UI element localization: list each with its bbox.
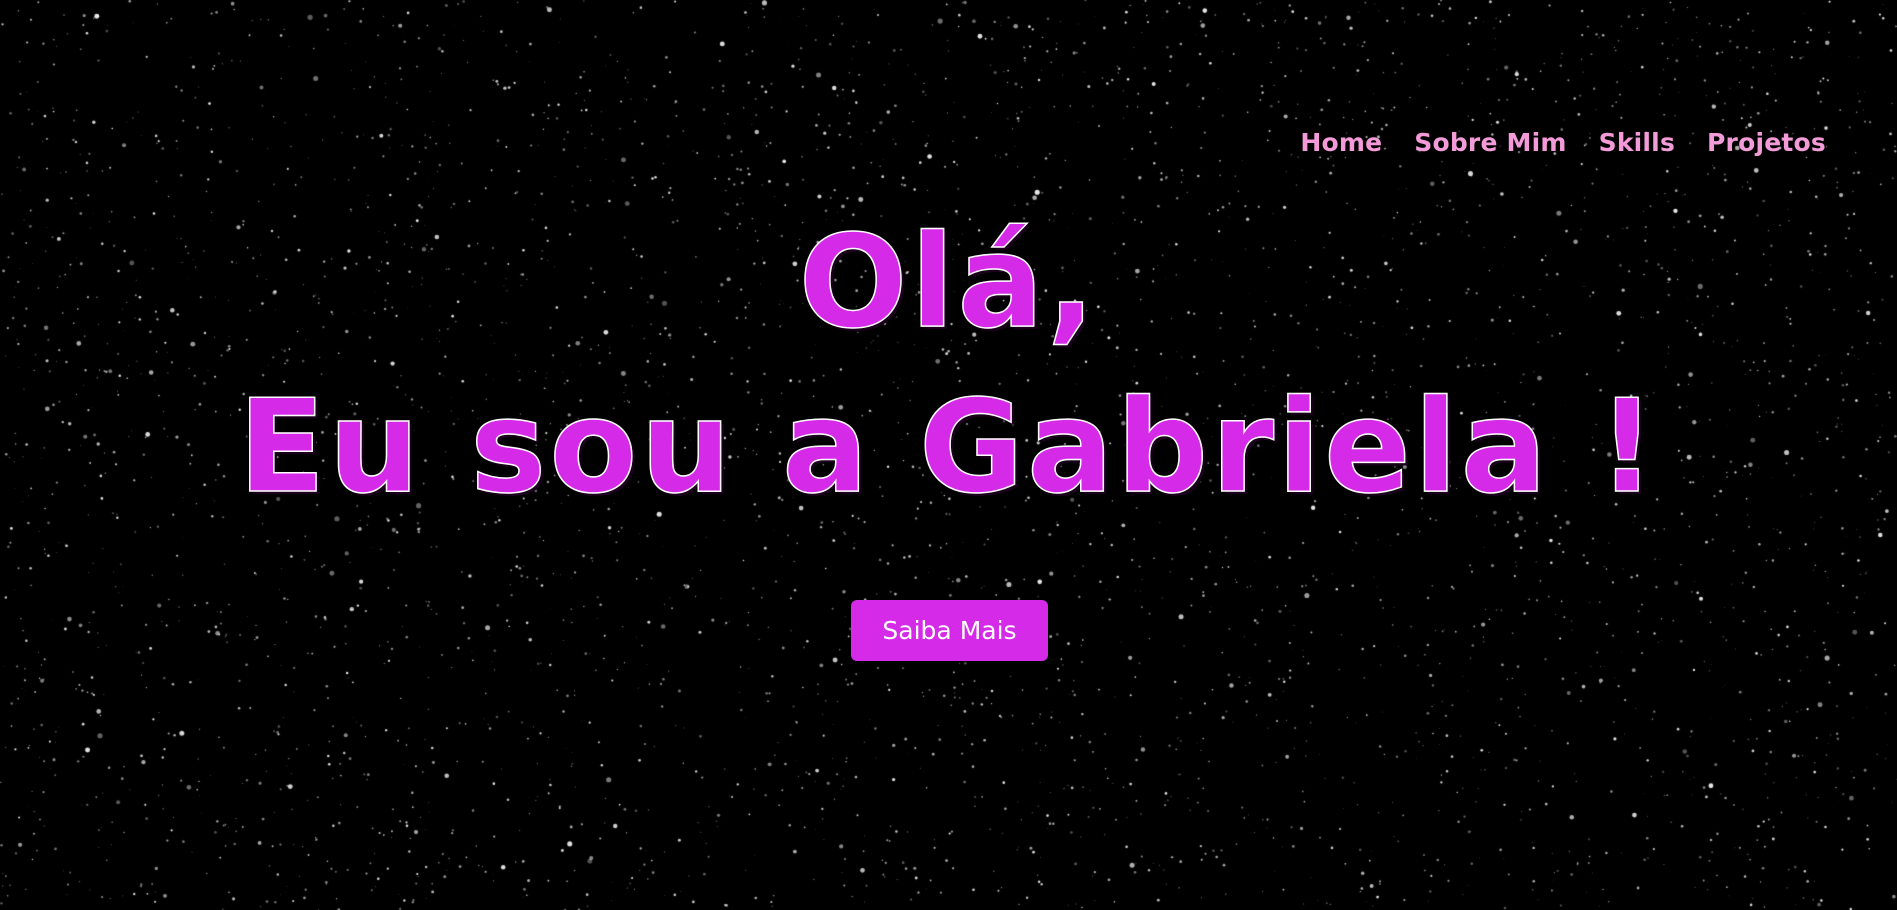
hero-section: Olá, Eu sou a Gabriela !: [0, 200, 1897, 530]
nav-link-home[interactable]: Home: [1300, 128, 1382, 157]
hero-intro: Eu sou a Gabriela !: [237, 372, 1659, 523]
nav-link-projetos[interactable]: Projetos: [1707, 128, 1826, 157]
page: Home Sobre Mim Skills Projetos Olá, Eu s…: [0, 0, 1897, 910]
nav-link-skills[interactable]: Skills: [1599, 128, 1675, 157]
saiba-mais-button[interactable]: Saiba Mais: [851, 600, 1048, 661]
hero-greeting: Olá,: [798, 207, 1099, 358]
top-nav: Home Sobre Mim Skills Projetos: [1300, 128, 1826, 157]
nav-link-sobre-mim[interactable]: Sobre Mim: [1414, 128, 1566, 157]
